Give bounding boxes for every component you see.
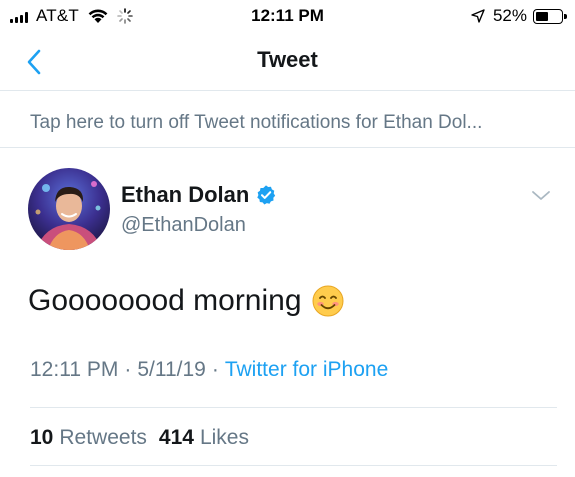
notification-toggle-banner[interactable]: Tap here to turn off Tweet notifications…: [0, 102, 575, 148]
author-name-row: Ethan Dolan: [121, 182, 277, 208]
battery-fill: [536, 11, 548, 21]
page-title: Tweet: [257, 47, 318, 72]
likes-stat[interactable]: 414 Likes: [159, 426, 249, 450]
avatar-photo: [28, 168, 110, 250]
status-right: 52%: [471, 6, 567, 26]
avatar[interactable]: [28, 168, 110, 250]
author-handle: @EthanDolan: [121, 214, 246, 236]
nav-bar: Tweet: [0, 34, 575, 90]
tweet-author[interactable]: Ethan Dolan @EthanDolan: [121, 182, 277, 237]
tweet-text-content: Goooooood morning: [28, 284, 302, 317]
battery-cap: [564, 13, 567, 19]
meta-separator: ·: [124, 358, 132, 381]
retweets-stat[interactable]: 10 Retweets: [30, 426, 147, 450]
verified-badge-icon: [257, 185, 276, 205]
tweet-source-link[interactable]: Twitter for iPhone: [225, 358, 388, 382]
location-arrow-icon: [471, 9, 485, 23]
smiling-face-icon: [312, 285, 344, 317]
nav-divider: [0, 90, 575, 102]
tweet-options-button[interactable]: [529, 188, 553, 204]
retweets-count: 10: [30, 426, 54, 449]
likes-count: 414: [158, 426, 194, 449]
author-display-name: Ethan Dolan: [121, 182, 250, 207]
likes-label: Likes: [199, 426, 249, 449]
divider: [30, 407, 557, 408]
tweet-stats: 10 Retweets 414 Likes: [30, 426, 261, 450]
battery-icon: [533, 8, 567, 24]
chevron-down-icon: [532, 191, 550, 200]
retweets-label: Retweets: [59, 426, 147, 449]
tweet-time: 12:11 PM: [30, 358, 119, 381]
tweet-meta: 12:11 PM · 5/11/19 · Twitter for iPhone: [30, 358, 388, 382]
meta-separator: ·: [211, 358, 219, 381]
battery-percent: 52%: [492, 6, 527, 25]
tweet-date: 5/11/19: [137, 358, 206, 381]
tweet-text: Goooooood morning: [28, 284, 344, 318]
status-bar: AT&T 12:11 PM 52%: [0, 0, 575, 34]
divider: [30, 465, 557, 466]
